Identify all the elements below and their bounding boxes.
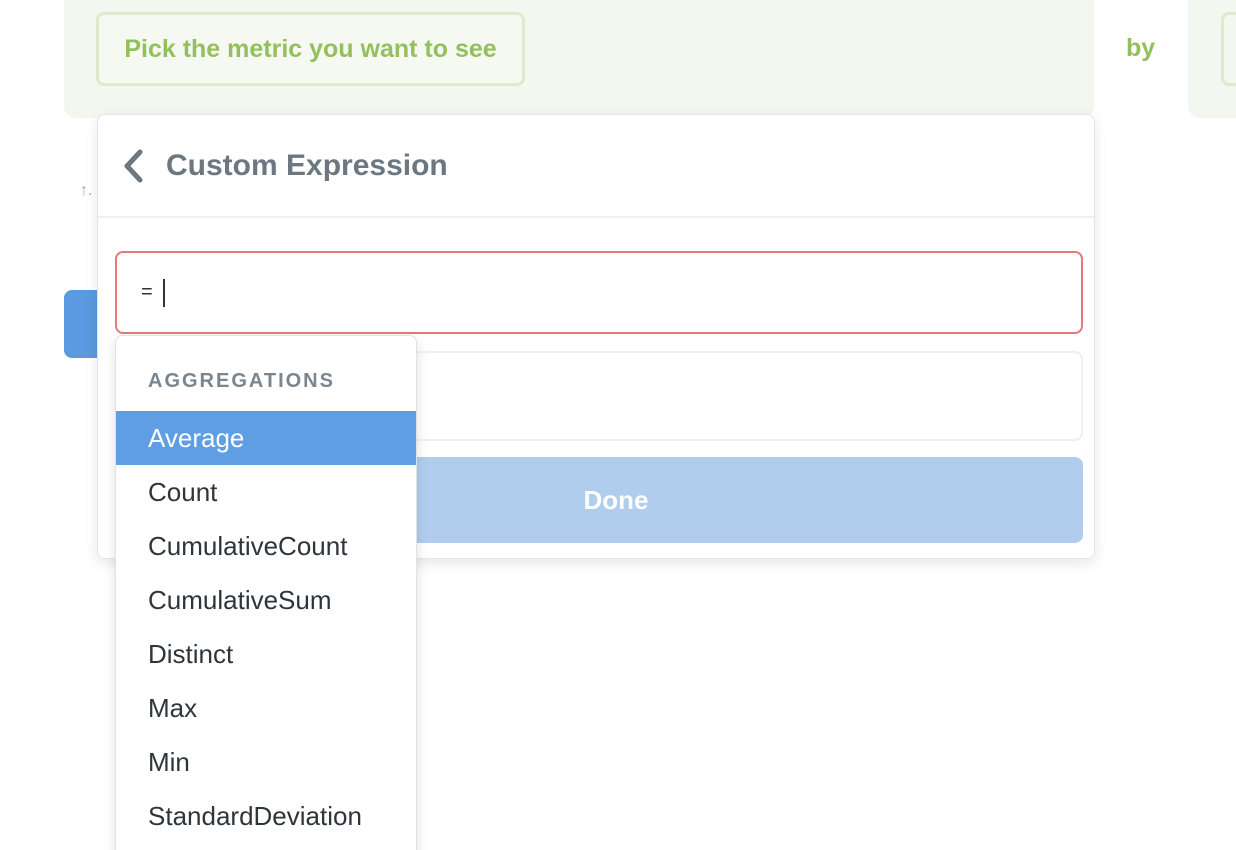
- suggestion-label: CumulativeSum: [148, 584, 332, 615]
- chevron-left-icon[interactable]: [120, 148, 148, 184]
- expression-suggestions-dropdown: AGGREGATIONS Average Count CumulativeCou…: [115, 335, 417, 850]
- popover-header: Custom Expression: [98, 115, 1094, 218]
- text-caret: [162, 278, 165, 307]
- suggestion-item[interactable]: Min: [116, 735, 416, 789]
- suggestion-label: Max: [148, 692, 198, 723]
- sort-ascending-icon[interactable]: ↑.: [80, 182, 92, 200]
- expression-value: =: [141, 281, 153, 303]
- metric-picker-label: Pick the metric you want to see: [124, 34, 497, 63]
- metric-picker-button[interactable]: Pick the metric you want to see: [96, 12, 525, 86]
- suggestion-label: StandardDeviation: [148, 800, 362, 831]
- suggestion-item[interactable]: Count: [116, 465, 416, 519]
- suggestion-item[interactable]: StandardDeviation: [116, 789, 416, 843]
- suggestion-label: Average: [148, 422, 245, 453]
- suggestion-label: CumulativeCount: [148, 530, 348, 561]
- expression-input[interactable]: =: [115, 251, 1083, 334]
- suggestion-label: Distinct: [148, 638, 234, 669]
- suggestion-label: Min: [148, 746, 190, 777]
- suggestion-item[interactable]: CumulativeSum: [116, 573, 416, 627]
- by-label: by: [1126, 34, 1156, 62]
- popover-title: Custom Expression: [166, 148, 448, 182]
- group-by-picker-button[interactable]: [1221, 12, 1236, 86]
- suggestion-label: Count: [148, 476, 218, 507]
- suggestion-item[interactable]: CumulativeCount: [116, 519, 416, 573]
- done-button-label: Done: [583, 484, 649, 515]
- suggestion-item[interactable]: Max: [116, 681, 416, 735]
- suggestion-item[interactable]: Distinct: [116, 627, 416, 681]
- suggestions-section-header: AGGREGATIONS: [148, 370, 335, 392]
- query-builder-screen: Pick the metric you want to see by ↑. Cu…: [0, 0, 1236, 850]
- suggestion-item[interactable]: Average: [116, 411, 416, 465]
